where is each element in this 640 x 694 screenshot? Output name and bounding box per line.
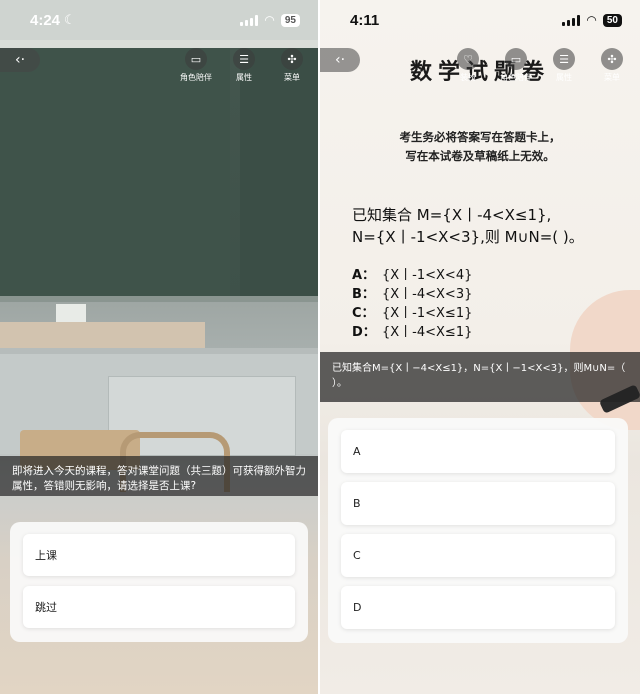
notice-line-1: 考生务必将答案写在答题卡上， [399,130,561,144]
notice-line-2: 写在本试卷及草稿纸上无效。 [405,149,555,163]
dress-up-button[interactable]: ♡ 装扮 [450,48,486,83]
attributes-button[interactable]: ☰ 属性 [546,48,582,83]
dialog-text: 即将进入今天的课程，答对课堂问题（共三题）可获得额外智力属性，答错则无影响，请选… [12,465,306,492]
choice-letter: C： [352,306,375,321]
answer-c-button[interactable]: C [341,534,615,577]
profile-icon: ☰ [233,48,255,70]
left-screen: 4:24 ☾ ◠ 95 ‹· ▭ 角色陪伴 ☰ 属性 ✣ 菜单 即将进入今天的课… [0,0,318,694]
chat-icon: ▭ [505,48,527,70]
answer-d-button[interactable]: D [341,586,615,629]
wifi-icon: ◠ [586,13,597,27]
choice-letter: D： [352,325,376,340]
answer-b-button[interactable]: B [341,482,615,525]
chat-icon: ▭ [185,48,207,70]
board-ledge [0,296,318,302]
signal-icon [240,14,259,26]
choice-text: {X丨-1<X≤1} [382,306,473,321]
menu-label: 菜单 [284,73,300,82]
dress-icon: ♡ [457,48,479,70]
question-dialog-text: 已知集合M={X丨−4<X≤1}，N={X丨−1<X<3}，则M∪N=（ ）。 [332,363,626,389]
wooden-shelf [0,322,205,348]
back-button[interactable]: ‹· [0,48,40,72]
menu-icon: ✣ [281,48,303,70]
choice-letter: B： [352,287,375,302]
dialog-box: 即将进入今天的课程，答对课堂问题（共三题）可获得额外智力属性，答错则无影响，请选… [0,456,318,496]
blackboard [0,48,230,298]
wifi-icon: ◠ [264,13,275,27]
skip-button[interactable]: 跳过 [23,586,295,628]
side-board [240,48,318,298]
blackboard-frame [0,40,318,48]
question-text: 已知集合 M={X丨-4<X≤1}, N={X丨-1<X<3},则 M∪N=( … [352,204,632,248]
status-time: 4:11 [350,11,380,29]
exam-notice: 考生务必将答案写在答题卡上， 写在本试卷及草稿纸上无效。 [320,128,640,166]
menu-icon: ✣ [601,48,623,70]
answer-a-button[interactable]: A [341,430,615,473]
choice-letter: A： [352,268,376,283]
question-line-2: N={X丨-1<X<3},则 M∪N=( )。 [352,228,584,246]
question-line-1: 已知集合 M={X丨-4<X≤1}, [352,206,552,224]
answer-panel: A B C D [328,418,628,643]
status-bar: 4:24 ☾ ◠ 95 [0,0,318,40]
status-bar: 4:11 ◠ 50 [320,0,640,40]
choice-text: {X丨-1<X<4} [382,268,473,283]
attributes-label: 属性 [236,73,252,82]
menu-label: 菜单 [604,73,620,82]
moon-icon: ☾ [64,12,76,28]
choice-list: A： {X丨-1<X<4} B： {X丨-4<X<3} C： {X丨-1<X≤1… [352,266,622,342]
menu-button[interactable]: ✣ 菜单 [594,48,630,83]
options-panel: 上课 跳过 [10,522,308,642]
top-menu: ♡ 装扮 ▭ 角色陪伴 ☰ 属性 ✣ 菜单 [450,48,630,83]
dress-up-label: 装扮 [460,73,476,82]
chalk-box [56,304,86,322]
choice-text: {X丨-4<X<3} [382,287,473,302]
companion-label: 角色陪伴 [500,73,532,82]
companion-button[interactable]: ▭ 角色陪伴 [498,48,534,83]
top-menu: ▭ 角色陪伴 ☰ 属性 ✣ 菜单 [178,48,310,83]
choice-text: {X丨-4<X≤1} [382,325,473,340]
menu-button[interactable]: ✣ 菜单 [274,48,310,83]
battery-indicator: 50 [602,13,622,27]
battery-indicator: 95 [280,13,300,27]
back-arrow-icon: ‹· [14,52,26,68]
signal-icon [562,14,581,26]
back-button[interactable]: ‹· [320,48,360,72]
choice-item: D： {X丨-4<X≤1} [352,323,622,342]
attributes-button[interactable]: ☰ 属性 [226,48,262,83]
companion-label: 角色陪伴 [180,73,212,82]
choice-item: C： {X丨-1<X≤1} [352,304,622,323]
companion-button[interactable]: ▭ 角色陪伴 [178,48,214,83]
attend-class-button[interactable]: 上课 [23,534,295,576]
back-arrow-icon: ‹· [334,52,346,68]
status-time: 4:24 [30,11,61,29]
question-dialog-box: 已知集合M={X丨−4<X≤1}，N={X丨−1<X<3}，则M∪N=（ ）。 [320,352,640,402]
choice-item: A： {X丨-1<X<4} [352,266,622,285]
choice-item: B： {X丨-4<X<3} [352,285,622,304]
attributes-label: 属性 [556,73,572,82]
profile-icon: ☰ [553,48,575,70]
